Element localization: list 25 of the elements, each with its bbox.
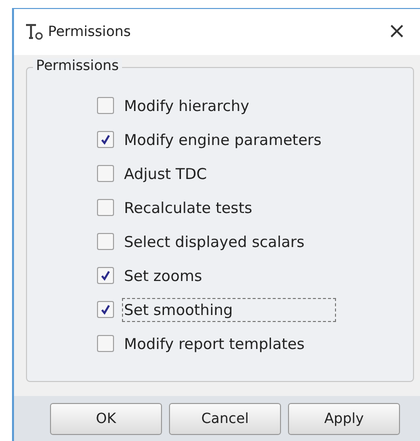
checkbox-label[interactable]: Set zooms [122,264,204,288]
window-title: Permissions [48,24,132,40]
checkbox[interactable] [97,301,114,318]
checkbox[interactable] [97,199,114,216]
checkbox[interactable] [97,131,114,148]
checkbox-label[interactable]: Adjust TDC [122,162,209,186]
checkbox-label[interactable]: Modify report templates [122,332,307,356]
dialog-button[interactable]: Apply [288,403,400,435]
app-icon [24,22,44,42]
checkbox[interactable] [97,233,114,250]
checkbox[interactable] [97,165,114,182]
checkbox[interactable] [97,267,114,284]
check-icon [100,304,111,315]
dialog-button[interactable]: Cancel [169,403,281,435]
checkbox-label[interactable]: Set smoothing [122,298,336,322]
checkbox[interactable] [97,97,114,114]
check-icon [100,270,111,281]
checkbox-label[interactable]: Modify engine parameters [122,128,324,152]
checkbox-label[interactable]: Recalculate tests [122,196,254,220]
checkbox-label[interactable]: Select displayed scalars [122,230,306,254]
checkbox-label[interactable]: Modify hierarchy [122,94,252,118]
checkbox[interactable] [97,335,114,352]
check-icon [100,134,111,145]
close-button[interactable]: × [384,21,410,43]
dialog-button[interactable]: OK [50,403,162,435]
